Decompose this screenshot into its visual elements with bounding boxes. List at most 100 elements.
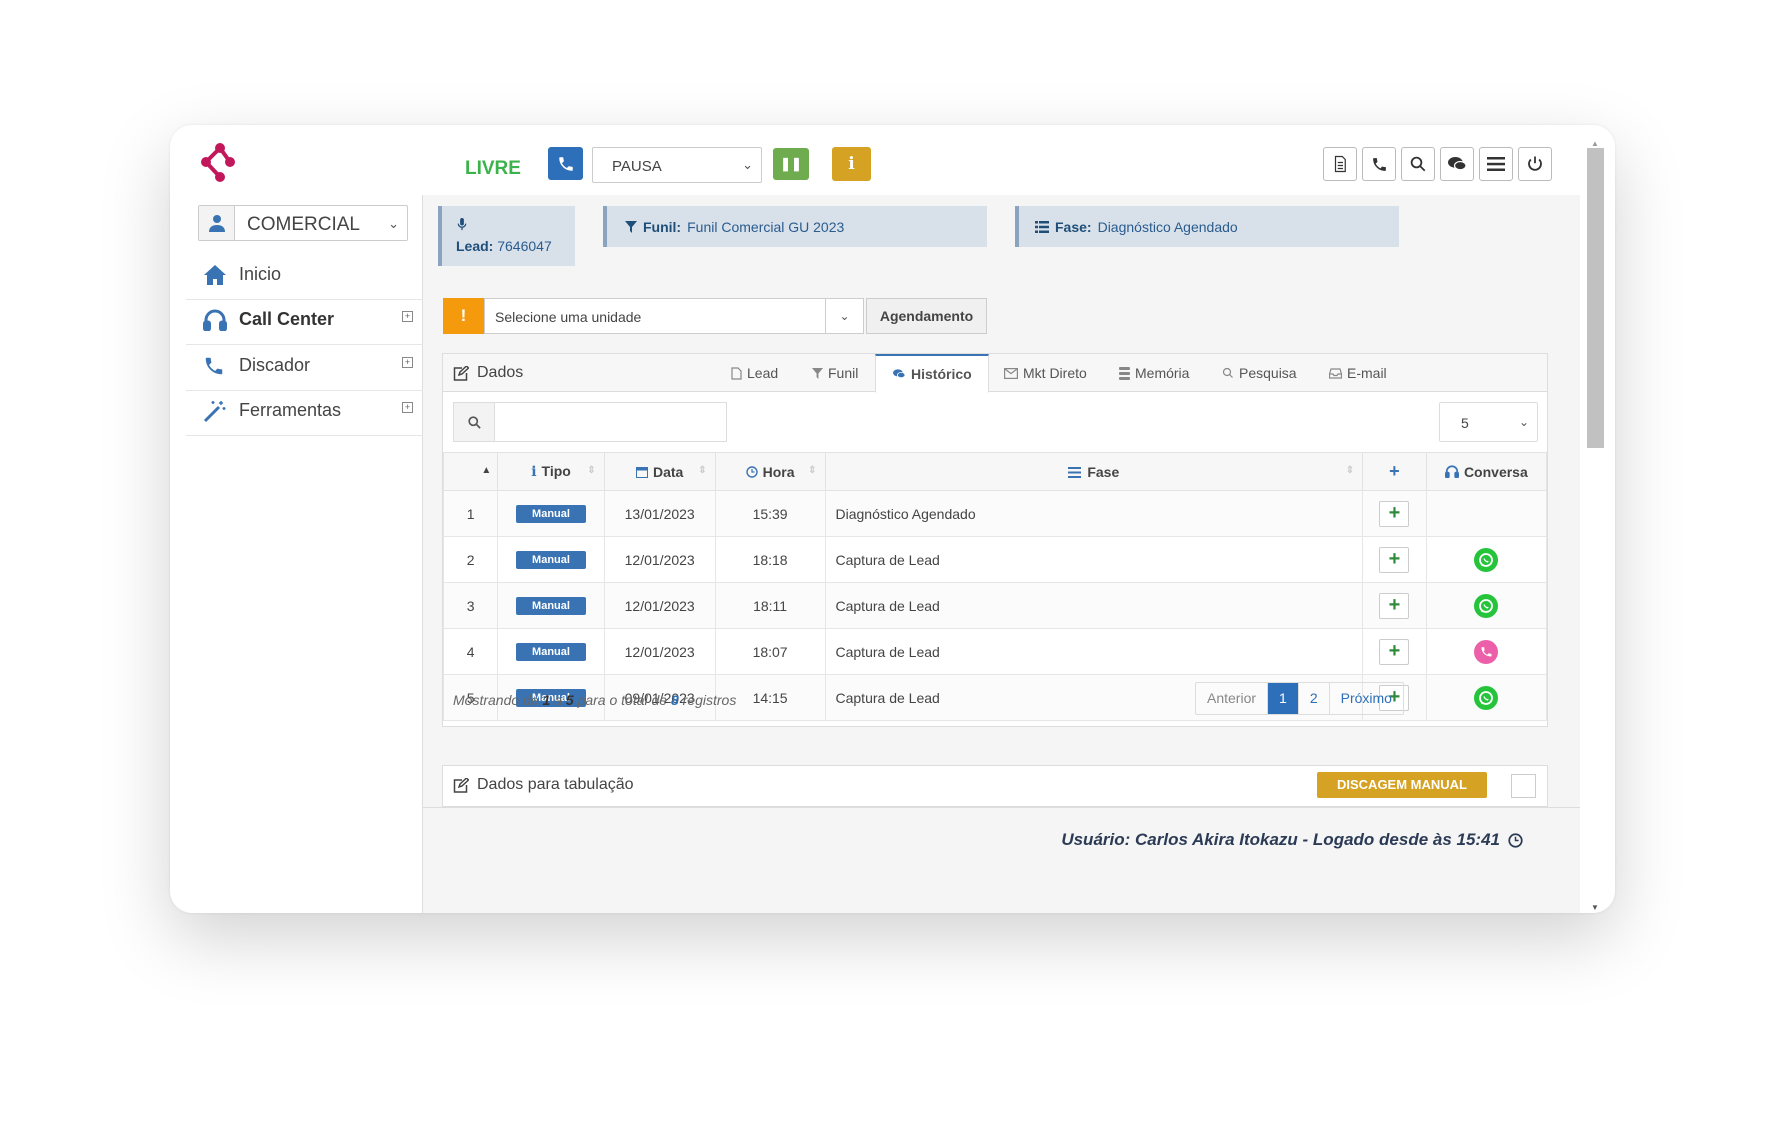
col-label: Data — [653, 463, 684, 480]
tabulacao-panel: Dados para tabulação DISCAGEM MANUAL — [442, 765, 1548, 807]
sidebar-item-discador[interactable]: Discador + — [186, 341, 423, 391]
phone-tool-button[interactable] — [1362, 147, 1396, 181]
row-fase: Captura de Lead — [824, 628, 1364, 675]
row-fase: Captura de Lead — [824, 582, 1364, 629]
sidebar-item-label: Ferramentas — [239, 400, 342, 420]
document-icon — [1334, 155, 1346, 173]
sort-index-header[interactable]: ▲ — [442, 452, 499, 491]
col-add[interactable]: + — [1362, 452, 1427, 491]
scrollbar-thumb[interactable] — [1587, 148, 1604, 448]
info-button[interactable]: i — [832, 147, 871, 181]
funil-info: Funil: Funil Comercial GU 2023 — [603, 206, 987, 247]
unit-select[interactable]: Selecione uma unidade ⌄ — [484, 298, 864, 334]
pager-next[interactable]: Próximo — [1330, 683, 1403, 714]
add-button[interactable]: + — [1379, 546, 1410, 573]
col-label: Conversa — [1463, 463, 1528, 480]
menu-button[interactable] — [1479, 147, 1513, 181]
dados-panel: Dados Lead Funil Histórico Mkt Direto Me… — [442, 353, 1548, 727]
pause-icon: ❚❚ — [780, 156, 802, 171]
records-text: a — [554, 692, 562, 708]
phone-icon — [558, 156, 573, 171]
col-data[interactable]: Data ⇕ — [603, 452, 716, 491]
tab-label: Lead — [747, 365, 779, 381]
col-conversa[interactable]: Conversa — [1425, 452, 1548, 491]
agendamento-button[interactable]: Agendamento — [866, 298, 987, 334]
panel-title-text: Dados — [477, 364, 524, 381]
whatsapp-icon[interactable] — [1474, 593, 1499, 618]
search-tool-button[interactable] — [1401, 147, 1435, 181]
col-fase[interactable]: Fase ⇕ — [824, 452, 1364, 491]
sidebar-item-ferramentas[interactable]: Ferramentas + — [186, 386, 423, 436]
user-status: Usuário: Carlos Akira Itokazu - Logado d… — [1061, 830, 1500, 849]
pager-page-2[interactable]: 2 — [1299, 683, 1330, 714]
sort-icon: ⇕ — [1345, 465, 1355, 476]
sidebar-item-inicio[interactable]: Inicio — [186, 250, 423, 300]
scroll-up-icon[interactable]: ▲ — [1591, 139, 1599, 148]
pause-select-value: PAUSA — [612, 158, 662, 175]
table-row: 3 Manual 12/01/2023 18:11 Captura de Lead + — [442, 582, 1548, 629]
bars-icon — [1068, 466, 1082, 478]
tabulacao-title-text: Dados para tabulação — [477, 776, 634, 793]
sort-up-icon: ▲ — [481, 465, 492, 476]
top-bar: LIVRE PAUSA ⌄ ❚❚ i — [170, 125, 1580, 195]
pause-select[interactable]: PAUSA ⌄ — [592, 147, 762, 183]
col-tipo[interactable]: i Tipo ⇕ — [497, 452, 605, 491]
col-hora[interactable]: Hora ⇕ — [714, 452, 826, 491]
scrollbar[interactable]: ▲ ▼ — [1581, 125, 1615, 913]
funil-label: Funil: — [643, 219, 682, 235]
scroll-down-icon[interactable]: ▼ — [1591, 903, 1599, 912]
tab-memoria[interactable]: Memória — [1119, 354, 1189, 392]
filter-icon — [625, 221, 637, 233]
expand-icon[interactable]: + — [402, 311, 413, 322]
tab-pesquisa[interactable]: Pesquisa — [1222, 354, 1297, 392]
row-conversa — [1425, 490, 1548, 537]
sidebar-item-call-center[interactable]: Call Center + — [186, 295, 423, 345]
row-date: 12/01/2023 — [603, 628, 716, 675]
tab-label: Histórico — [911, 366, 972, 382]
pager-page-1[interactable]: 1 — [1268, 683, 1299, 714]
tab-email[interactable]: E-mail — [1329, 354, 1387, 392]
call-button[interactable] — [548, 147, 583, 180]
status-footer: Usuário: Carlos Akira Itokazu - Logado d… — [423, 807, 1580, 873]
add-button[interactable]: + — [1379, 638, 1410, 665]
brand-logo[interactable] — [196, 139, 244, 187]
tab-lead[interactable]: Lead — [731, 354, 778, 392]
table-search[interactable] — [453, 402, 727, 442]
tab-label: Pesquisa — [1239, 365, 1297, 381]
plus-icon: + — [1389, 461, 1400, 481]
table-row: 2 Manual 12/01/2023 18:18 Captura de Lead + — [442, 536, 1548, 583]
row-time: 18:07 — [714, 628, 826, 675]
department-select[interactable]: COMERCIAL ⌄ — [198, 205, 408, 241]
row-time: 18:11 — [714, 582, 826, 629]
pager-prev[interactable]: Anterior — [1196, 683, 1269, 714]
tab-historico[interactable]: Histórico — [875, 354, 989, 393]
tab-funil[interactable]: Funil — [812, 354, 858, 392]
power-icon — [1528, 156, 1542, 171]
logout-button[interactable] — [1518, 147, 1552, 181]
row-conversa — [1425, 628, 1548, 675]
call-recording-icon[interactable] — [1474, 639, 1499, 664]
menu-icon — [1487, 157, 1505, 171]
chevron-down-icon: ⌄ — [825, 299, 863, 333]
discagem-manual-button[interactable]: DISCAGEM MANUAL — [1317, 772, 1487, 798]
search-icon — [454, 403, 495, 441]
tab-label: Memória — [1135, 365, 1190, 381]
whatsapp-icon[interactable] — [1474, 547, 1499, 572]
records-text: para o total de — [577, 692, 668, 708]
expand-icon[interactable]: + — [402, 357, 413, 368]
add-button[interactable]: + — [1379, 500, 1410, 527]
add-button[interactable]: + — [1379, 592, 1410, 619]
tab-mkt-direto[interactable]: Mkt Direto — [1004, 354, 1087, 392]
expand-icon[interactable]: + — [402, 402, 413, 413]
pause-button[interactable]: ❚❚ — [773, 148, 809, 180]
page-size-select[interactable]: 5 ⌄ — [1439, 402, 1538, 442]
whatsapp-icon[interactable] — [1474, 685, 1499, 710]
row-conversa — [1425, 536, 1548, 583]
row-time: 18:18 — [714, 536, 826, 583]
row-date: 12/01/2023 — [603, 582, 716, 629]
document-button[interactable] — [1323, 147, 1357, 181]
fase-info: Fase: Diagnóstico Agendado — [1015, 206, 1399, 247]
tabulacao-checkbox[interactable] — [1511, 774, 1536, 798]
records-total: 8 — [670, 692, 679, 708]
chat-button[interactable] — [1440, 147, 1474, 181]
